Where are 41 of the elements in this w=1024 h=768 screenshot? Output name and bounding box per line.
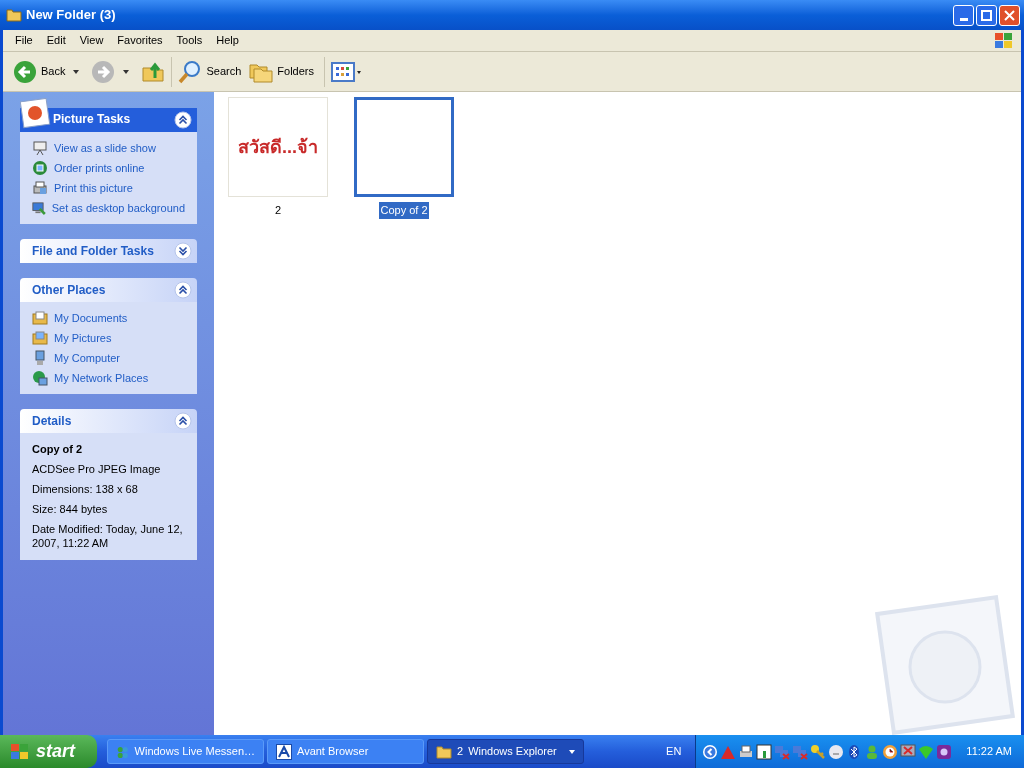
- search-button[interactable]: Search: [176, 56, 244, 87]
- panel-header[interactable]: Details: [20, 409, 197, 433]
- task-link[interactable]: View as a slide show: [54, 139, 156, 157]
- menu-item[interactable]: Favorites: [110, 32, 170, 49]
- panel-title: Picture Tasks: [53, 111, 131, 128]
- file-name[interactable]: 2: [273, 202, 283, 219]
- menu-item[interactable]: Tools: [169, 32, 210, 49]
- task-link[interactable]: Order prints online: [54, 159, 145, 177]
- file-thumbnail[interactable]: สวัสดี...จ้า: [228, 97, 328, 197]
- panel-title: Details: [32, 413, 72, 430]
- panel-header[interactable]: Picture Tasks: [20, 98, 197, 132]
- menu-item[interactable]: Help: [209, 32, 246, 49]
- task-link[interactable]: Set as desktop background: [51, 199, 185, 217]
- task-link[interactable]: My Pictures: [54, 329, 112, 347]
- file-name[interactable]: Copy of 2: [379, 202, 429, 219]
- menu-item[interactable]: View: [72, 32, 111, 49]
- start-button[interactable]: start: [0, 735, 97, 768]
- taskbar-button[interactable]: Windows Live Messen…: [107, 739, 264, 764]
- detail-text: Dimensions: 138 x 68: [32, 481, 139, 496]
- panel-title: Other Places: [32, 282, 106, 299]
- detail-text: Date Modified: Today, June 12, 2007, 11:22 AM: [32, 521, 184, 550]
- thumbnail-text: สวัสดี...จ้า: [238, 135, 318, 159]
- panel-header[interactable]: File and Folder Tasks: [20, 239, 197, 263]
- panel-title: File and Folder Tasks: [32, 243, 154, 260]
- back-button[interactable]: Back: [11, 56, 68, 87]
- panel-header[interactable]: Other Places: [20, 278, 197, 302]
- task-link[interactable]: My Computer: [54, 349, 121, 367]
- taskbar-button[interactable]: 2 Windows Explorer: [427, 739, 584, 764]
- task-link[interactable]: Print this picture: [54, 179, 133, 197]
- detail-text: ACDSee Pro JPEG Image: [32, 461, 162, 476]
- language-indicator[interactable]: EN: [666, 743, 682, 760]
- taskbar-button[interactable]: Avant Browser: [267, 739, 424, 764]
- file-name: Copy of 2: [32, 442, 84, 457]
- detail-text: Size: 844 bytes: [32, 501, 109, 516]
- menu-item[interactable]: File: [8, 32, 40, 49]
- task-link[interactable]: My Network Places: [54, 369, 149, 387]
- task-link[interactable]: My Documents: [54, 309, 128, 327]
- window-title: New Folder (3): [26, 6, 116, 25]
- folders-button[interactable]: Folders: [247, 56, 316, 87]
- menu-item[interactable]: Edit: [39, 32, 73, 49]
- clock: 11:22 AM: [966, 744, 1012, 760]
